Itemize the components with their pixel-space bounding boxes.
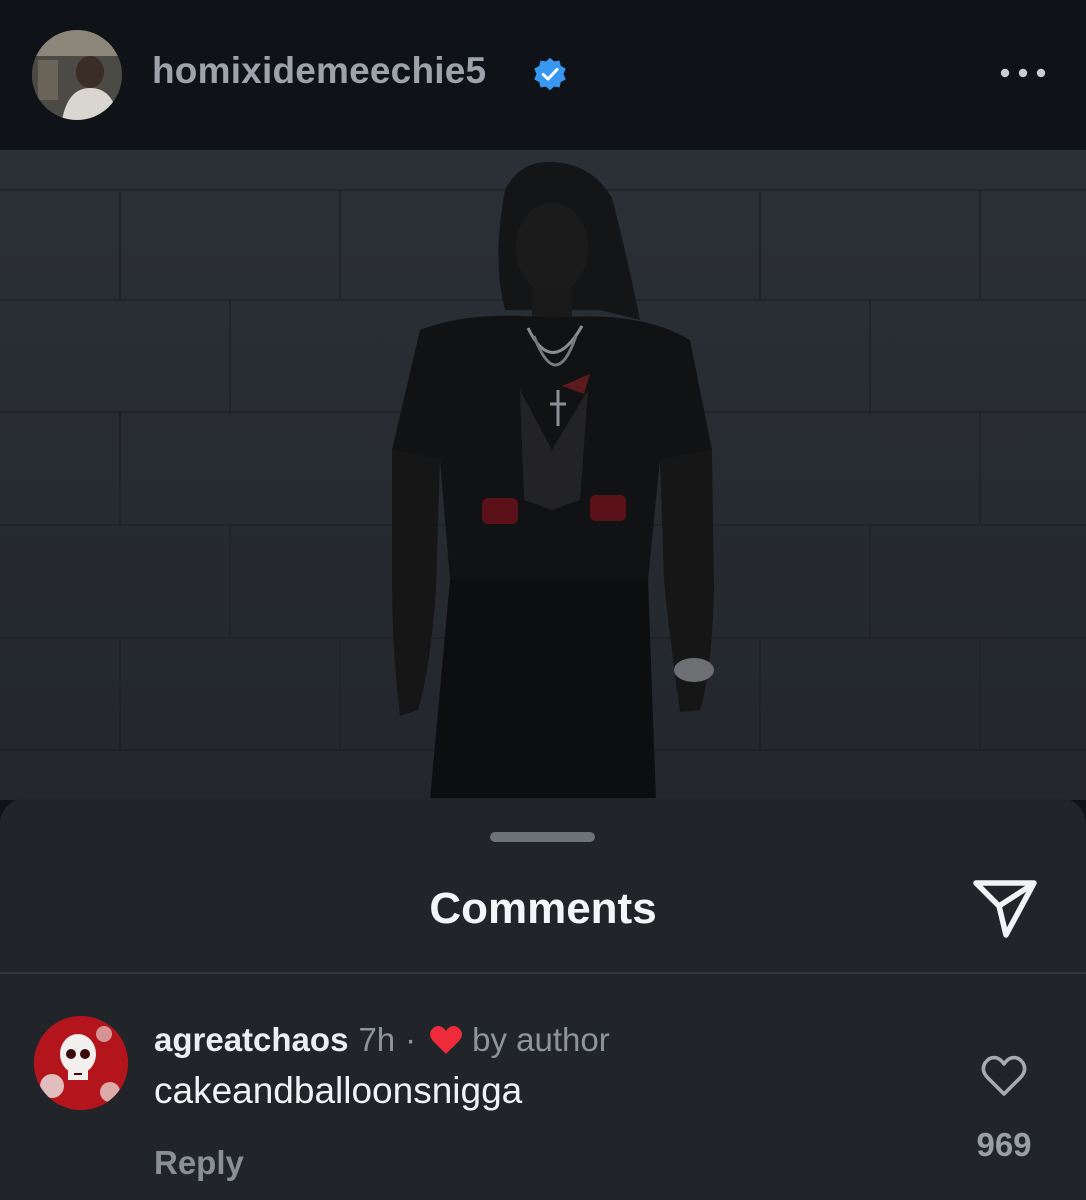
sheet-divider [0,972,1086,974]
liked-by-author-label: by author [472,1021,610,1058]
skull-avatar-image [34,1016,128,1110]
post-username[interactable]: homixidemeechie5 [152,50,486,92]
liked-by-author-heart-icon [430,1026,463,1054]
post-photo[interactable] [0,150,1086,800]
reply-button[interactable]: Reply [154,1144,244,1182]
comments-sheet: Comments agreatchaos 7h · by author cake… [0,798,1086,1200]
more-options-icon[interactable] [998,62,1048,84]
profile-avatar[interactable] [32,30,122,120]
comment-avatar[interactable] [34,1016,128,1110]
sheet-drag-handle[interactable] [490,832,595,842]
send-icon[interactable] [972,878,1038,940]
like-count: 969 [976,1126,1032,1163]
separator-dot: · [405,1021,417,1058]
comment-header: agreatchaos 7h · by author [154,1020,610,1060]
avatar-image [32,30,122,120]
heart-icon[interactable] [980,1054,1028,1098]
verified-badge-icon [534,57,566,91]
comment-username[interactable]: agreatchaos [154,1021,348,1059]
post-header: homixidemeechie5 [0,0,1086,150]
comments-title: Comments [429,884,657,933]
post-image [0,150,1086,800]
comment-timestamp: 7h [358,1021,396,1058]
comment-text: cakeandballoonsnigga [154,1070,523,1111]
